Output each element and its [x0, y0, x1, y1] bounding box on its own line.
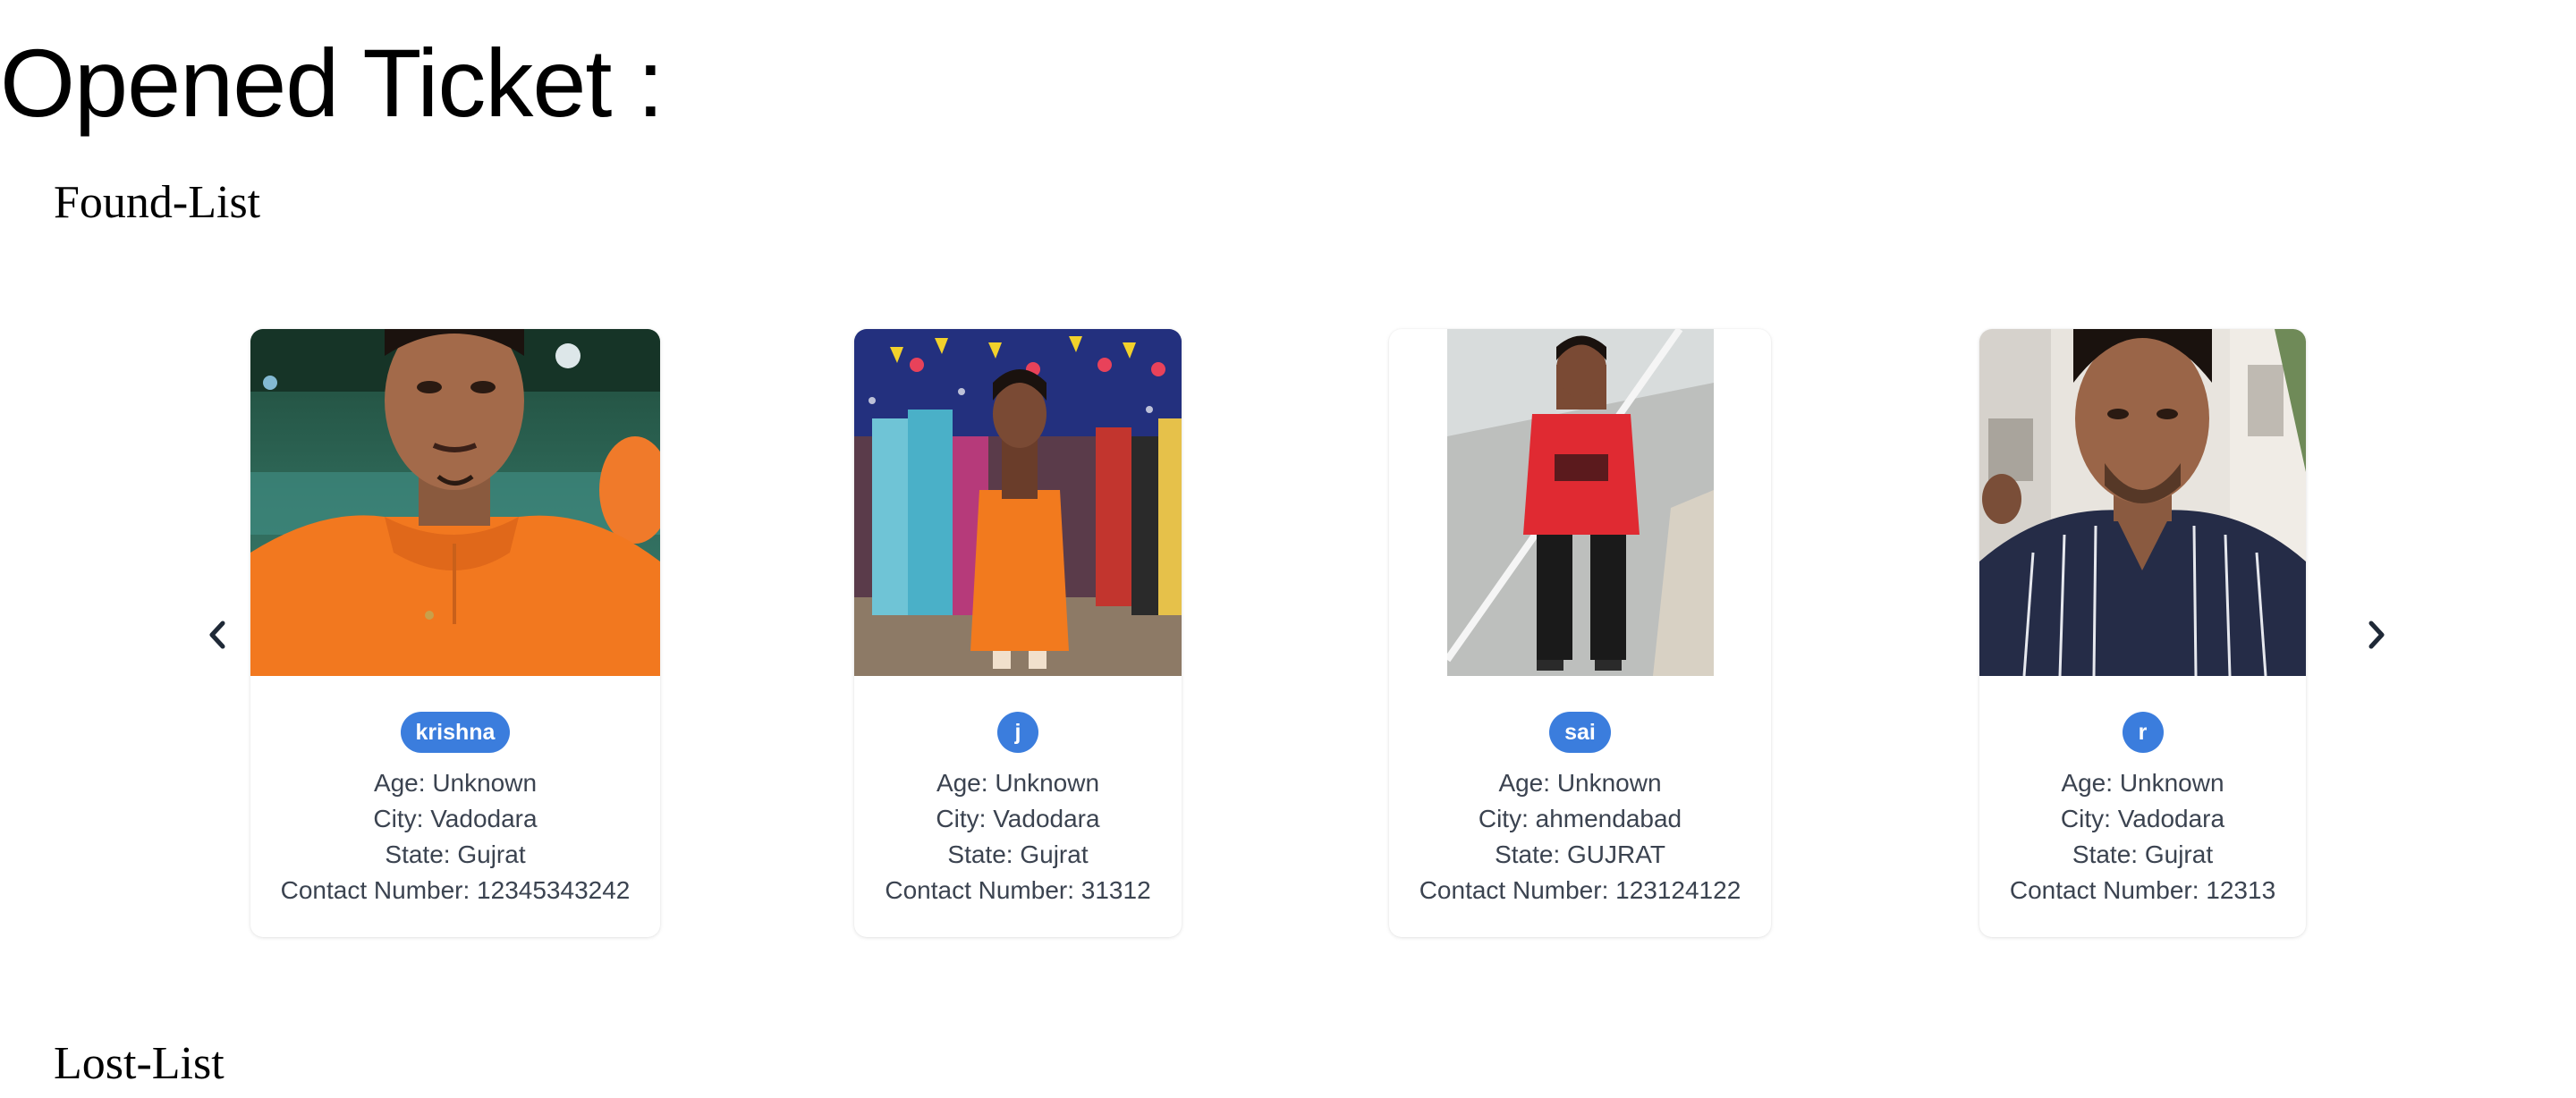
found-card[interactable]: sai Age: Unknown City: ahmendabad State:…: [1389, 329, 1771, 937]
carousel-prev-button[interactable]: [195, 612, 240, 657]
found-card[interactable]: j Age: Unknown City: Vadodara State: Guj…: [854, 329, 1182, 937]
contact-text: Contact Number: 31312: [885, 876, 1151, 904]
age-text: Age: Unknown: [2061, 769, 2224, 797]
card-details: krishna Age: Unknown City: Vadodara Stat…: [250, 712, 660, 908]
card-details: r Age: Unknown City: Vadodara State: Guj…: [1979, 712, 2306, 908]
chevron-left-icon: [209, 621, 225, 649]
city-text: City: ahmendabad: [1478, 805, 1682, 832]
age-text: Age: Unknown: [1498, 769, 1662, 797]
state-text: State: GUJRAT: [1495, 840, 1665, 868]
age-text: Age: Unknown: [373, 769, 538, 797]
name-badge: r: [2122, 712, 2164, 753]
person-photo: [250, 329, 660, 676]
state-text: State: Gujrat: [2072, 840, 2214, 868]
contact-text: Contact Number: 12345343242: [280, 876, 631, 904]
state-text: State: Gujrat: [385, 840, 526, 868]
name-badge: krishna: [400, 712, 511, 753]
contact-text: Contact Number: 12313: [2009, 876, 2276, 904]
state-text: State: Gujrat: [947, 840, 1089, 868]
found-list-heading: Found-List: [54, 177, 261, 228]
age-text: Age: Unknown: [936, 769, 1100, 797]
found-card[interactable]: r Age: Unknown City: Vadodara State: Guj…: [1979, 329, 2306, 937]
person-photo: [1389, 329, 1771, 676]
name-badge: sai: [1549, 712, 1611, 753]
city-text: City: Vadodara: [373, 805, 538, 832]
chevron-right-icon: [2368, 621, 2385, 649]
card-details: sai Age: Unknown City: ahmendabad State:…: [1389, 712, 1771, 908]
found-card[interactable]: krishna Age: Unknown City: Vadodara Stat…: [250, 329, 660, 937]
city-text: City: Vadodara: [936, 805, 1100, 832]
person-photo: [1979, 329, 2306, 676]
carousel-next-button[interactable]: [2354, 612, 2399, 657]
page-title: Opened Ticket :: [0, 29, 664, 137]
contact-text: Contact Number: 123124122: [1419, 876, 1741, 904]
found-list-carousel: krishna Age: Unknown City: Vadodara Stat…: [179, 326, 2415, 943]
name-badge: j: [997, 712, 1038, 753]
city-text: City: Vadodara: [2060, 805, 2225, 832]
person-photo: [854, 329, 1182, 676]
lost-list-heading: Lost-List: [54, 1038, 225, 1089]
card-details: j Age: Unknown City: Vadodara State: Guj…: [854, 712, 1182, 908]
